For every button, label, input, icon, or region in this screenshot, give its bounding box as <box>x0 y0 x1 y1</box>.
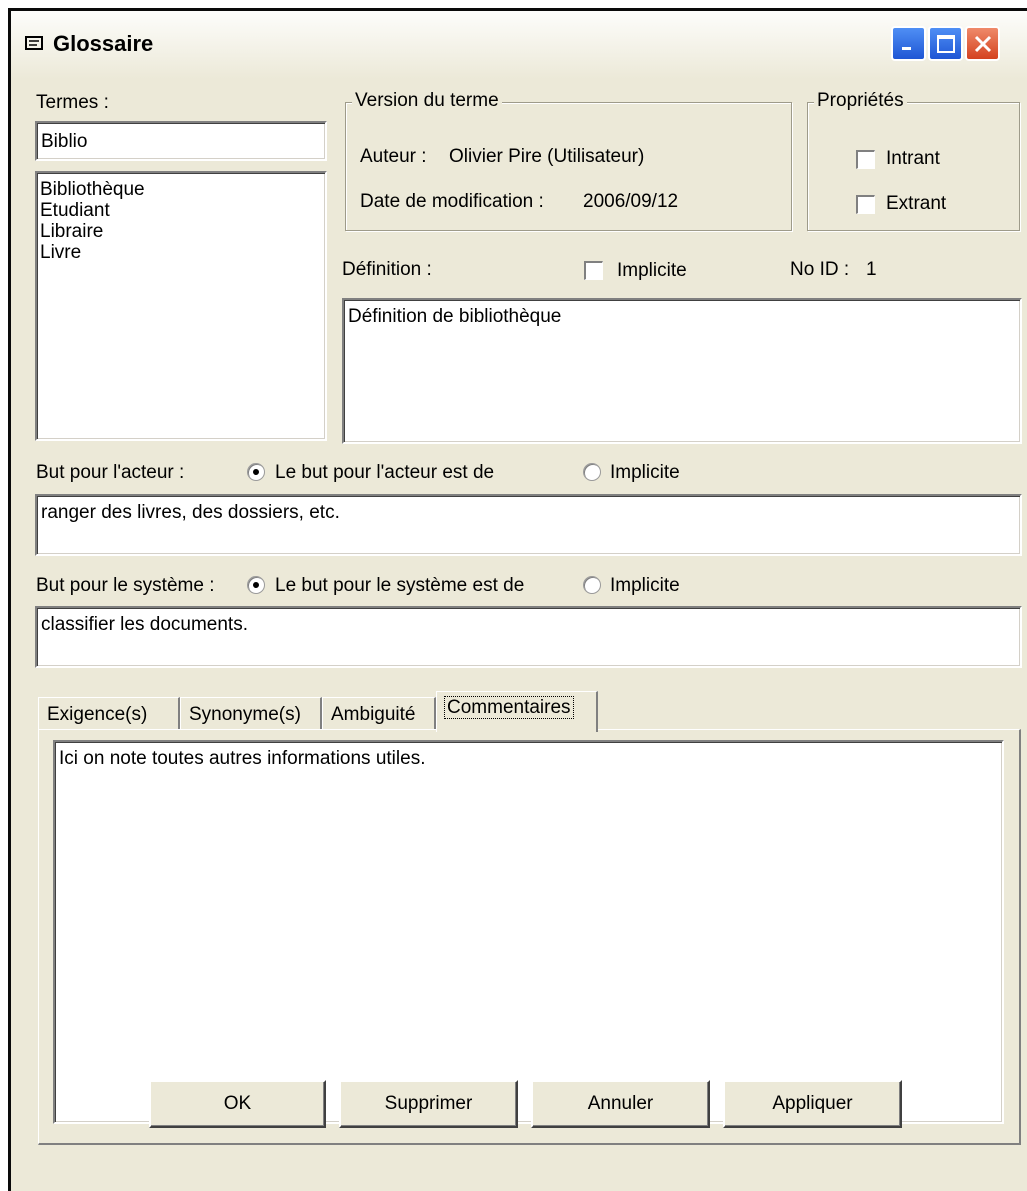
actor-goal-option2-label: Implicite <box>610 462 680 483</box>
id-label: No ID : <box>790 259 850 280</box>
intrant-checkbox[interactable] <box>856 150 875 169</box>
radio-dot <box>253 469 259 475</box>
tab-ambiguity[interactable]: Ambiguité <box>322 697 436 730</box>
glossary-window: Glossaire Termes : Biblio Bibliothèque E… <box>8 8 1027 1191</box>
author-label: Auteur : <box>360 146 427 167</box>
radio-dot <box>253 582 259 588</box>
definition-label: Définition : <box>342 259 432 280</box>
definition-text: Définition de bibliothèque <box>348 306 562 327</box>
tab-synonyms-label: Synonyme(s) <box>189 704 301 725</box>
list-item[interactable]: Bibliothèque <box>40 179 325 200</box>
extrant-label: Extrant <box>886 193 947 214</box>
tab-requirements-label: Exigence(s) <box>47 704 148 725</box>
cancel-button[interactable]: Annuler <box>531 1080 710 1128</box>
maximize-icon <box>937 35 955 53</box>
definition-implicit-label: Implicite <box>617 260 687 281</box>
ok-button[interactable]: OK <box>149 1080 326 1128</box>
actor-goal-option1-label: Le but pour l'acteur est de <box>275 462 495 483</box>
properties-legend: Propriétés <box>814 90 907 112</box>
system-goal-option2-label: Implicite <box>610 575 680 596</box>
version-legend: Version du terme <box>352 90 502 112</box>
window-app-icon <box>25 36 43 50</box>
apply-button[interactable]: Appliquer <box>723 1080 902 1128</box>
system-goal-radio-implicit[interactable] <box>583 576 601 594</box>
tab-comments-label: Commentaires <box>444 696 574 719</box>
terms-search-value: Biblio <box>41 131 88 152</box>
tab-ambiguity-label: Ambiguité <box>331 704 416 725</box>
system-goal-label: But pour le système : <box>36 575 215 596</box>
version-groupbox: Version du terme Auteur : Olivier Pire (… <box>345 90 792 231</box>
terms-list[interactable]: Bibliothèque Etudiant Libraire Livre <box>35 171 327 441</box>
intrant-label: Intrant <box>886 148 940 169</box>
definition-textarea[interactable]: Définition de bibliothèque <box>342 298 1022 444</box>
modification-date-value: 2006/09/12 <box>583 191 679 212</box>
close-button[interactable] <box>965 26 1000 61</box>
window-title: Glossaire <box>53 31 154 56</box>
list-item[interactable]: Livre <box>40 242 325 263</box>
title-bar: Glossaire <box>11 11 1027 79</box>
properties-groupbox: Propriétés Intrant Extrant <box>807 90 1020 231</box>
list-item[interactable]: Libraire <box>40 221 325 242</box>
terms-search-input[interactable]: Biblio <box>35 121 327 161</box>
comments-text: Ici on note toutes autres informations u… <box>59 748 426 769</box>
actor-goal-radio-defined[interactable] <box>247 463 265 481</box>
list-item[interactable]: Etudiant <box>40 200 325 221</box>
actor-goal-input[interactable]: ranger des livres, des dossiers, etc. <box>35 494 1022 556</box>
actor-goal-label: But pour l'acteur : <box>36 462 185 483</box>
system-goal-input[interactable]: classifier les documents. <box>35 606 1022 668</box>
modification-date-label: Date de modification : <box>360 191 544 212</box>
minimize-button[interactable] <box>891 26 926 61</box>
terms-label: Termes : <box>36 92 109 113</box>
id-value: 1 <box>866 259 877 280</box>
system-goal-radio-defined[interactable] <box>247 576 265 594</box>
comments-textarea[interactable]: Ici on note toutes autres informations u… <box>53 740 1004 1124</box>
definition-implicit-checkbox[interactable] <box>584 261 603 280</box>
delete-button[interactable]: Supprimer <box>339 1080 518 1128</box>
tab-synonyms[interactable]: Synonyme(s) <box>180 697 322 730</box>
actor-goal-text: ranger des livres, des dossiers, etc. <box>41 502 340 523</box>
tab-requirements[interactable]: Exigence(s) <box>38 697 180 730</box>
extrant-checkbox[interactable] <box>856 195 875 214</box>
system-goal-text: classifier les documents. <box>41 614 248 635</box>
actor-goal-radio-implicit[interactable] <box>583 463 601 481</box>
minimize-icon <box>902 47 911 50</box>
maximize-button[interactable] <box>928 26 963 61</box>
close-icon <box>974 35 992 53</box>
tab-comments[interactable]: Commentaires <box>436 691 598 732</box>
author-value: Olivier Pire (Utilisateur) <box>449 146 645 167</box>
system-goal-option1-label: Le but pour le système est de <box>275 575 525 596</box>
